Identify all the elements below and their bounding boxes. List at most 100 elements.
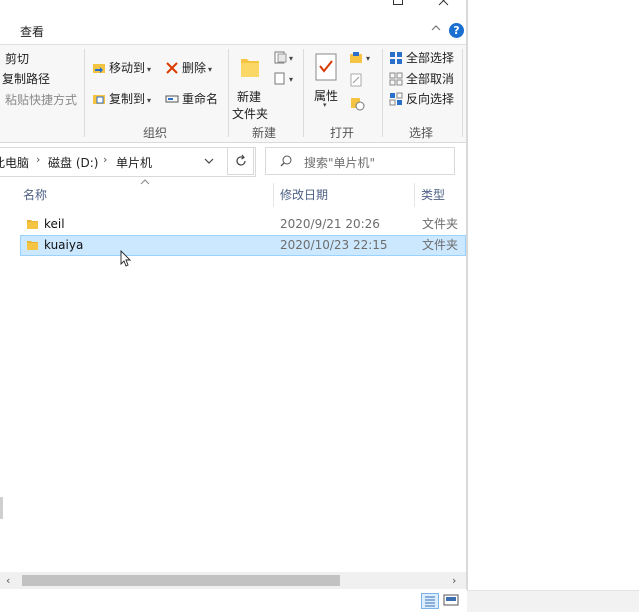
scrollbar-thumb[interactable] xyxy=(22,575,340,586)
ribbon-separator xyxy=(303,49,304,137)
breadcrumb-this-pc[interactable]: 此电脑 xyxy=(0,154,29,171)
ribbon-separator xyxy=(84,49,85,137)
invert-selection-label: 反向选择 xyxy=(406,92,455,106)
file-type: 文件夹 xyxy=(422,238,459,252)
ribbon-separator xyxy=(462,49,463,137)
maximize-icon xyxy=(393,0,403,5)
breadcrumb-drive-d[interactable]: 磁盘 (D:) xyxy=(48,154,98,171)
organize-group-label: 组织 xyxy=(142,126,167,140)
rename-label: 重命名 xyxy=(182,92,219,106)
column-divider[interactable] xyxy=(414,183,415,207)
details-view-button[interactable] xyxy=(421,593,439,609)
select-all-button[interactable]: 全部选择 xyxy=(389,49,454,67)
delete-button[interactable]: 删除 ▾ xyxy=(165,59,212,77)
ribbon-tab-row: 查看 ? xyxy=(0,18,467,44)
cut-label: 剪切 xyxy=(5,52,30,66)
open-icon[interactable]: ▾ xyxy=(349,51,375,65)
copy-to-button[interactable]: 复制到 ▾ xyxy=(92,90,151,108)
properties-button[interactable]: 属性 ▾ xyxy=(312,50,342,110)
scroll-left-icon[interactable]: ‹ xyxy=(6,574,10,587)
mouse-cursor-icon xyxy=(120,250,132,267)
collapse-ribbon-icon[interactable] xyxy=(430,22,442,34)
new-folder-label-line1: 新建 xyxy=(237,90,262,104)
ribbon: 剪切 复制路径 粘贴快捷方式 移动到 ▾ 复制到 ▾ 删除 ▾ 重命名 组织 新建 xyxy=(0,44,467,143)
open-group-label: 打开 xyxy=(329,126,354,140)
ribbon-separator xyxy=(382,49,383,137)
svg-text:▾: ▾ xyxy=(366,54,370,63)
select-all-label: 全部选择 xyxy=(406,51,455,65)
move-to-button[interactable]: 移动到 ▾ xyxy=(92,59,151,77)
move-to-icon xyxy=(93,63,105,73)
scroll-right-icon[interactable]: › xyxy=(452,574,456,587)
rename-icon xyxy=(165,95,179,102)
file-explorer-window: 查看 ? 剪切 复制路径 粘贴快捷方式 移动到 ▾ 复制到 ▾ 删除 ▾ 重命名 组织 xyxy=(0,0,467,611)
file-name: kuaiya xyxy=(44,238,84,252)
new-folder-button[interactable]: 新建 文件夹 xyxy=(232,50,268,122)
file-date: 2020/10/23 22:15 xyxy=(280,238,388,252)
new-group-label: 新建 xyxy=(251,126,276,140)
large-icons-view-icon xyxy=(443,594,459,606)
background-strip xyxy=(467,590,639,612)
chevron-down-icon[interactable] xyxy=(204,156,214,166)
paste-shortcut-label: 粘贴快捷方式 xyxy=(5,93,78,107)
column-header-date[interactable]: 修改日期 xyxy=(280,183,414,207)
ribbon-separator xyxy=(228,49,229,137)
new-folder-icon xyxy=(241,59,259,77)
status-bar xyxy=(0,590,466,611)
help-icon[interactable]: ? xyxy=(449,23,464,38)
copy-to-icon xyxy=(93,94,105,104)
delete-icon xyxy=(166,61,178,74)
refresh-button[interactable] xyxy=(227,147,254,175)
file-row[interactable]: keil 2020/9/21 20:26 文件夹 xyxy=(20,214,466,235)
rename-button[interactable]: 重命名 xyxy=(165,90,218,108)
large-icons-view-button[interactable] xyxy=(443,593,461,609)
svg-text:▾: ▾ xyxy=(289,54,293,63)
close-icon xyxy=(438,0,449,6)
tab-view[interactable]: 查看 xyxy=(20,23,44,40)
new-item-icon[interactable]: ▾ xyxy=(274,51,296,65)
column-header-type[interactable]: 类型 xyxy=(421,183,466,207)
move-to-label: 移动到 xyxy=(109,61,146,75)
folder-icon xyxy=(27,241,38,250)
delete-label: 删除 xyxy=(182,61,207,75)
refresh-icon xyxy=(235,154,246,166)
easy-access-icon[interactable]: ▾ xyxy=(274,72,296,86)
search-box[interactable]: 搜索"单片机" xyxy=(265,147,455,175)
history-icon[interactable] xyxy=(349,95,365,111)
cut-button[interactable]: 剪切 xyxy=(5,50,29,68)
column-header-name[interactable]: 名称 xyxy=(23,183,273,207)
chevron-right-icon[interactable]: › xyxy=(36,153,40,166)
address-bar[interactable]: 此电脑 › 磁盘 (D:) › 单片机 xyxy=(0,147,256,177)
minimize-button[interactable] xyxy=(342,0,362,12)
edit-icon[interactable] xyxy=(349,73,363,87)
column-divider[interactable] xyxy=(273,183,274,207)
invert-selection-button[interactable]: 反向选择 xyxy=(389,90,454,108)
column-header-type-label: 类型 xyxy=(421,188,446,202)
close-button[interactable] xyxy=(434,0,454,12)
breadcrumb-current-folder[interactable]: 单片机 xyxy=(116,154,152,171)
file-row-selected[interactable]: kuaiya 2020/10/23 22:15 文件夹 xyxy=(20,235,466,256)
details-view-icon xyxy=(425,596,435,607)
new-folder-label-line2: 文件夹 xyxy=(232,107,269,121)
minimize-icon xyxy=(346,0,358,6)
copy-path-button[interactable]: 复制路径 xyxy=(2,70,50,88)
file-type: 文件夹 xyxy=(422,217,459,231)
file-name: keil xyxy=(44,217,65,231)
copy-to-label: 复制到 xyxy=(109,92,146,106)
chevron-right-icon[interactable]: › xyxy=(103,153,107,166)
folder-icon xyxy=(27,220,38,229)
title-bar xyxy=(0,0,467,18)
maximize-button[interactable] xyxy=(388,0,408,12)
select-all-icon xyxy=(390,51,402,64)
column-header-date-label: 修改日期 xyxy=(280,188,329,202)
select-none-button[interactable]: 全部取消 xyxy=(389,70,454,88)
paste-shortcut-button[interactable]: 粘贴快捷方式 xyxy=(5,91,77,109)
horizontal-scrollbar[interactable]: ‹ › xyxy=(0,572,466,589)
window-border xyxy=(466,0,468,590)
search-icon xyxy=(280,155,292,167)
invert-selection-icon xyxy=(389,92,403,105)
svg-text:▾: ▾ xyxy=(289,75,293,84)
select-group-label: 选择 xyxy=(408,126,433,140)
column-header-name-label: 名称 xyxy=(23,188,48,202)
splitter-handle[interactable] xyxy=(0,497,3,519)
